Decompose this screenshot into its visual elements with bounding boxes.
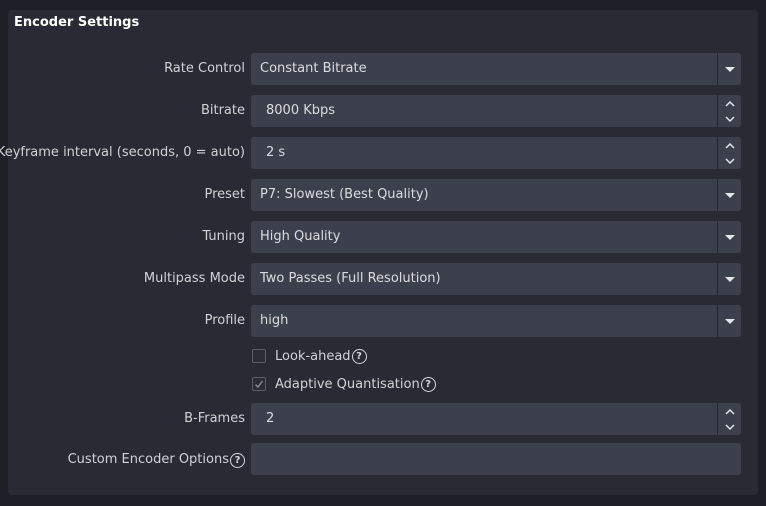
bframes-decrement-button[interactable] (718, 419, 741, 435)
help-icon[interactable]: ? (230, 452, 245, 468)
rate-control-value: Constant Bitrate (260, 61, 367, 76)
tuning-value: High Quality (260, 229, 341, 244)
rate-control-dropdown-button[interactable] (717, 53, 741, 85)
help-icon[interactable]: ? (351, 348, 367, 364)
adaptive-quant-row: Adaptive Quantisation ? (252, 374, 436, 394)
chevron-down-icon (724, 115, 735, 122)
bframes-spin-buttons (717, 403, 741, 435)
bframes-value: 2 (266, 411, 275, 426)
chevron-up-icon (724, 142, 735, 149)
bitrate-value: 8000 Kbps (266, 103, 336, 118)
keyframe-interval-spinbox[interactable]: 2 s (251, 137, 741, 169)
lookahead-checkbox[interactable] (252, 349, 266, 363)
keyframe-interval-value: 2 s (266, 145, 286, 160)
chevron-down-icon (724, 318, 735, 324)
custom-options-input[interactable] (251, 443, 741, 475)
bitrate-increment-button[interactable] (718, 95, 741, 111)
multipass-value: Two Passes (Full Resolution) (260, 271, 441, 286)
lookahead-row: Look-ahead ? (252, 346, 367, 366)
chevron-down-icon (724, 192, 735, 198)
checkmark-icon (255, 380, 264, 389)
multipass-dropdown-button[interactable] (717, 263, 741, 295)
bitrate-decrement-button[interactable] (718, 111, 741, 127)
preset-dropdown-button[interactable] (717, 179, 741, 211)
preset-select[interactable]: P7: Slowest (Best Quality) (251, 179, 741, 211)
tuning-dropdown-button[interactable] (717, 221, 741, 253)
preset-value: P7: Slowest (Best Quality) (260, 187, 429, 202)
rate-control-select[interactable]: Constant Bitrate (251, 53, 741, 85)
multipass-select[interactable]: Two Passes (Full Resolution) (251, 263, 741, 295)
bframes-label: B-Frames (184, 411, 245, 426)
chevron-down-icon (724, 423, 735, 430)
bitrate-spin-buttons (717, 95, 741, 127)
profile-dropdown-button[interactable] (717, 305, 741, 337)
tuning-label: Tuning (202, 229, 245, 244)
tuning-select[interactable]: High Quality (251, 221, 741, 253)
chevron-down-icon (724, 157, 735, 164)
section-title: Encoder Settings (14, 15, 140, 30)
preset-label: Preset (204, 187, 245, 202)
bframes-spinbox[interactable]: 2 (251, 403, 741, 435)
custom-options-label: Custom Encoder Options (67, 452, 229, 467)
chevron-up-icon (724, 100, 735, 107)
profile-label: Profile (204, 313, 245, 328)
keyframe-decrement-button[interactable] (718, 153, 741, 169)
help-icon[interactable]: ? (420, 376, 436, 392)
adaptive-quant-label[interactable]: Adaptive Quantisation (275, 377, 420, 392)
bitrate-label: Bitrate (200, 103, 245, 118)
keyframe-spin-buttons (717, 137, 741, 169)
custom-options-label-row: Custom Encoder Options ? (68, 444, 245, 476)
encoder-settings-panel: Encoder Settings Rate Control Constant B… (0, 10, 758, 495)
chevron-down-icon (724, 276, 735, 282)
lookahead-label[interactable]: Look-ahead (275, 349, 351, 364)
multipass-label: Multipass Mode (143, 271, 245, 286)
bframes-increment-button[interactable] (718, 403, 741, 419)
chevron-down-icon (724, 66, 735, 72)
keyframe-interval-label: Keyframe interval (seconds, 0 = auto) (0, 145, 245, 160)
profile-value: high (260, 313, 289, 328)
bitrate-spinbox[interactable]: 8000 Kbps (251, 95, 741, 127)
profile-select[interactable]: high (251, 305, 741, 337)
chevron-up-icon (724, 408, 735, 415)
keyframe-increment-button[interactable] (718, 137, 741, 153)
chevron-down-icon (724, 234, 735, 240)
adaptive-quant-checkbox[interactable] (252, 377, 266, 391)
rate-control-label: Rate Control (164, 61, 245, 76)
